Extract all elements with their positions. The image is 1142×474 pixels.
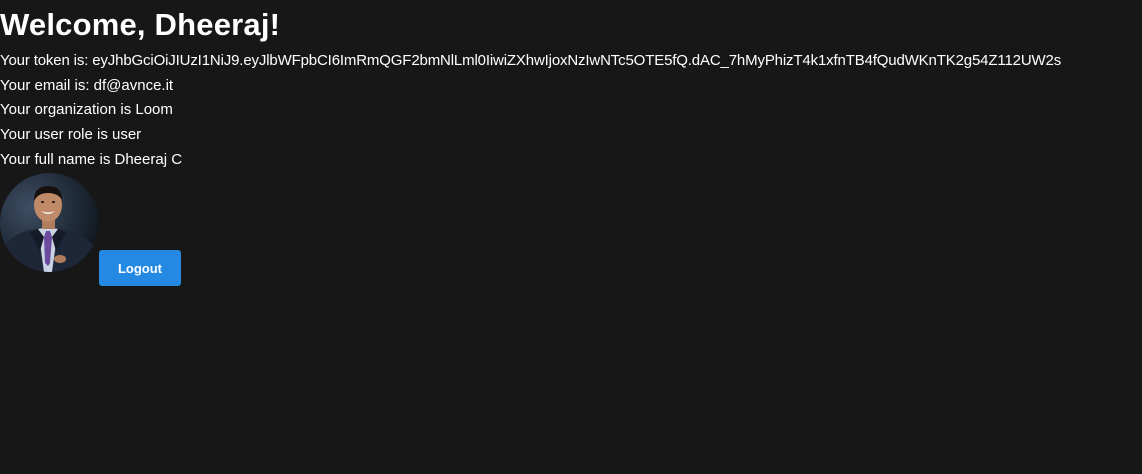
avatar [0, 173, 99, 272]
user-role-text: Your user role is user [0, 126, 142, 143]
token-text: Your token is: eyJhbGciOiJIUzI1NiJ9.eyJl… [0, 52, 1062, 69]
email-text: Your email is: df@avnce.it [0, 77, 174, 94]
page-title: Welcome, Dheeraj! [0, 7, 281, 42]
organization-text: Your organization is Loom [0, 101, 173, 118]
full-name-text: Your full name is Dheeraj C [0, 151, 183, 168]
logout-button[interactable]: Logout [99, 250, 181, 286]
